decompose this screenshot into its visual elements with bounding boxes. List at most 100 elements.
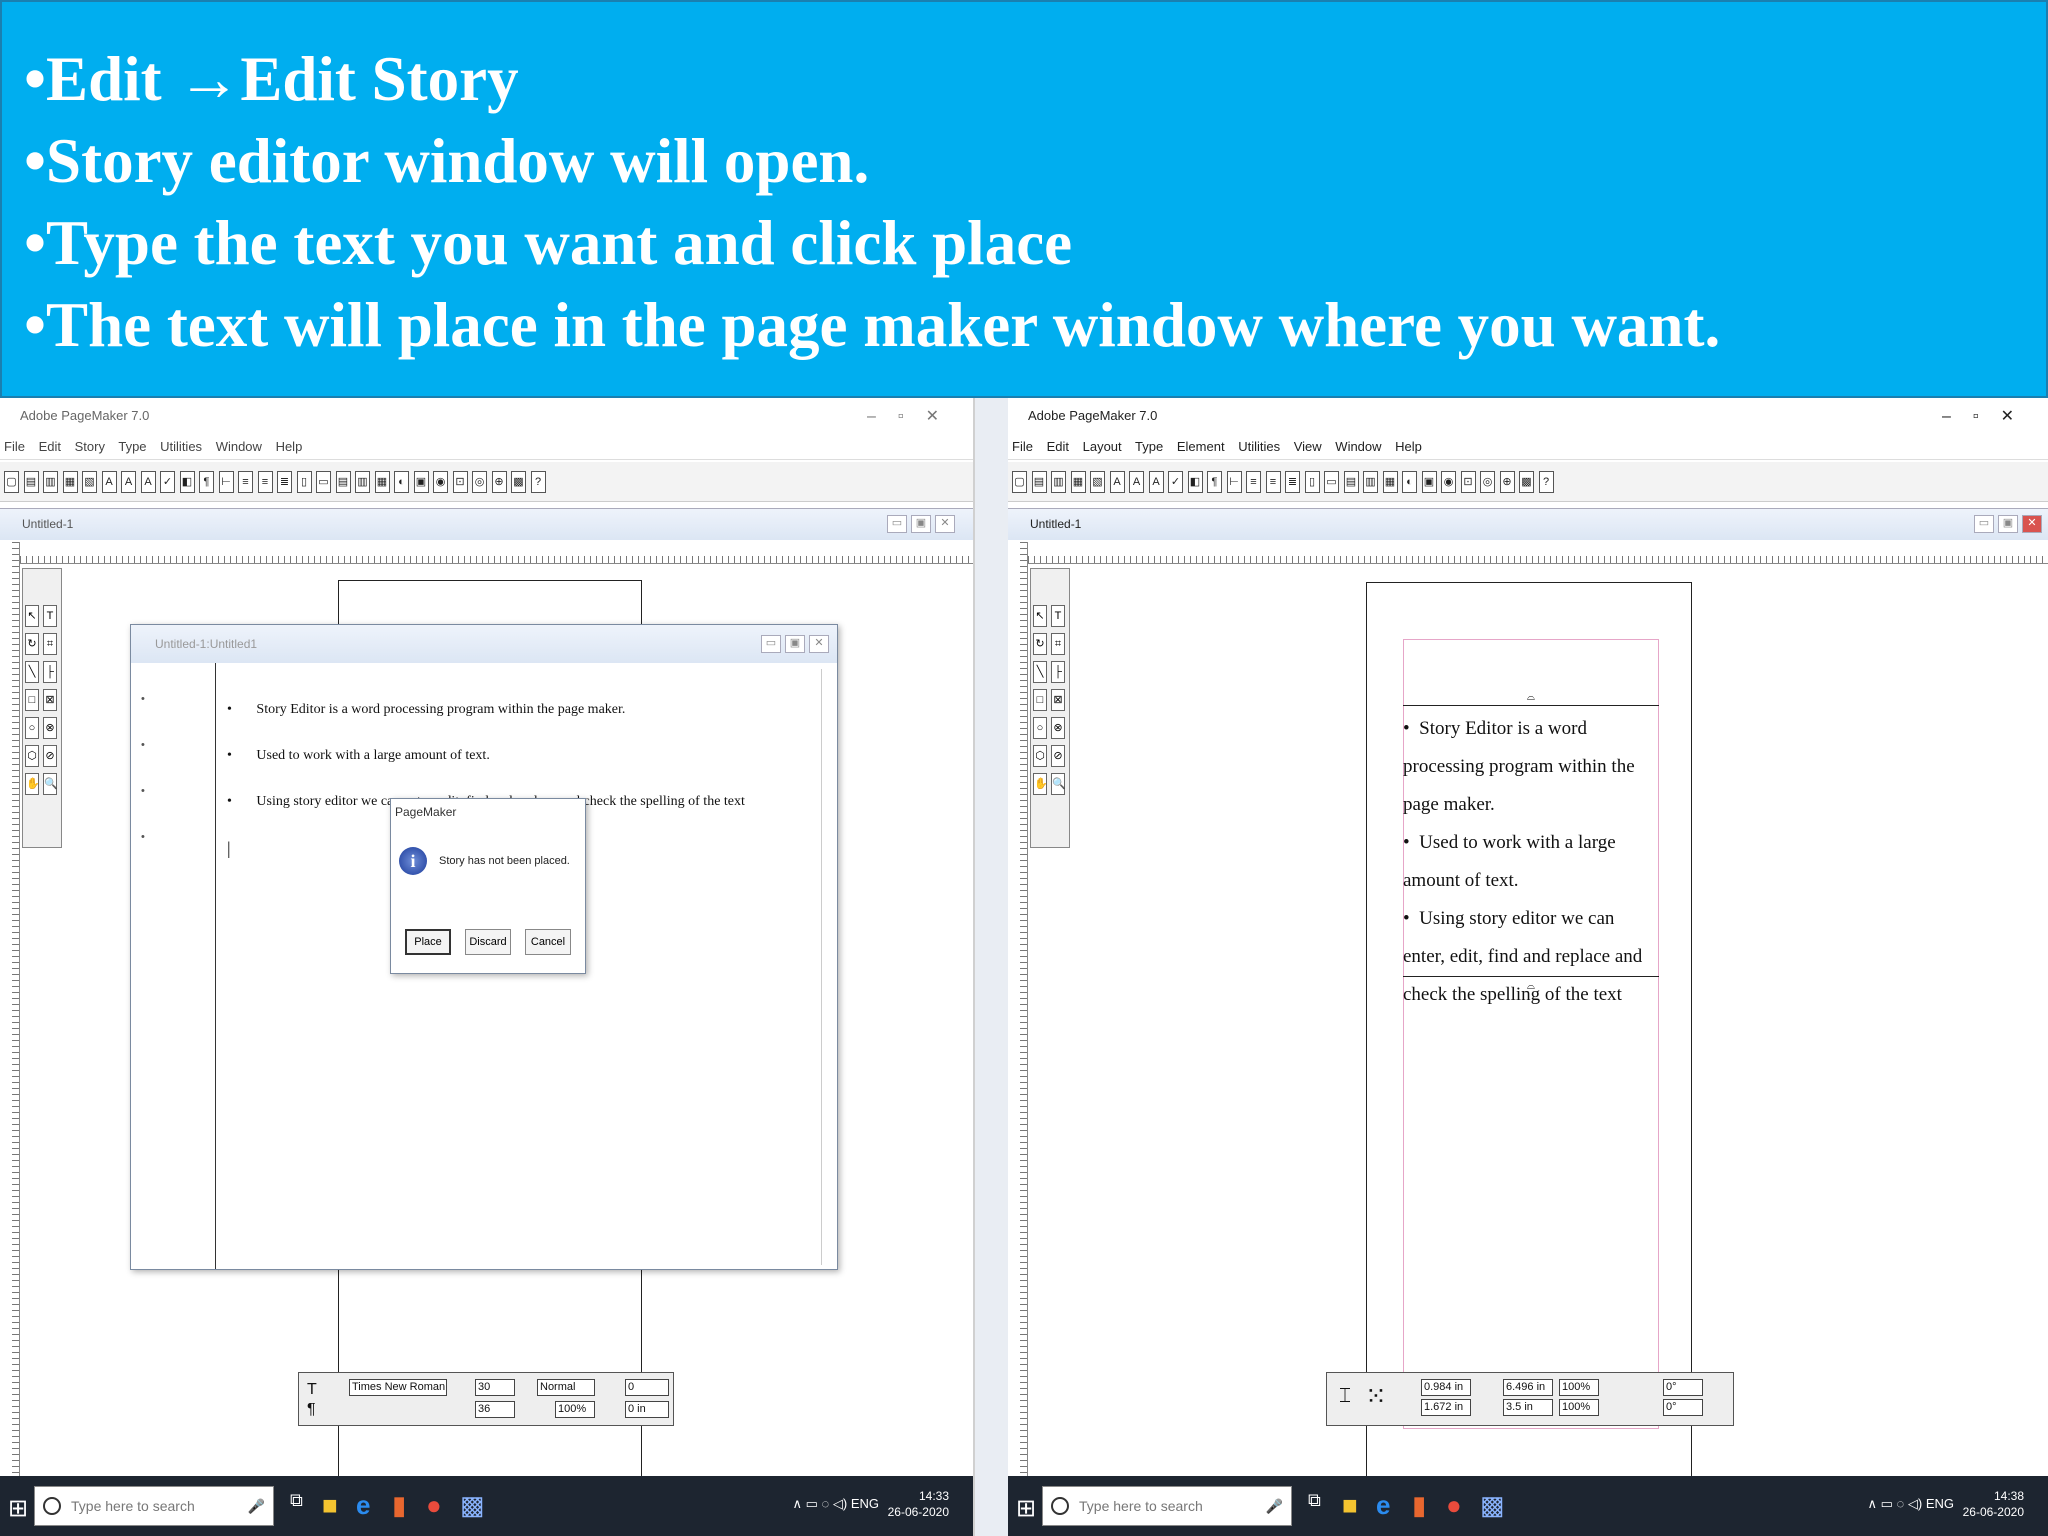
menu-type[interactable]: Type <box>118 439 146 454</box>
menu-file[interactable]: File <box>1012 439 1033 454</box>
vertical-ruler[interactable] <box>1008 542 1028 1476</box>
toolbar-button-icon[interactable]: ▤ <box>335 471 351 493</box>
text-tool-icon[interactable]: T <box>43 605 57 627</box>
toolbar-button-icon[interactable]: A <box>1109 471 1125 493</box>
menu-file[interactable]: File <box>4 439 25 454</box>
windowshade-bottom-handle[interactable]: ⌓ <box>1527 981 1535 992</box>
menu-element[interactable]: Element <box>1177 439 1225 454</box>
toolbar-button-icon[interactable]: ≣ <box>277 471 292 493</box>
text-block[interactable]: ⌓ ⌓ • Story Editor is a word processing … <box>1403 692 1659 1005</box>
toolbar-button-icon[interactable]: ▩ <box>511 471 526 493</box>
ellipse-tool-icon[interactable]: ○ <box>1033 717 1047 739</box>
toolbar-button-icon[interactable]: ⊢ <box>1226 471 1242 493</box>
toolbar-button-icon[interactable]: A <box>1129 471 1144 493</box>
text-tool-icon[interactable]: T <box>1051 605 1065 627</box>
restore-icon[interactable]: ▣ <box>1998 515 2018 533</box>
toolbar-button-icon[interactable]: ◐ <box>1402 471 1417 493</box>
pagemaker-task-icon[interactable]: ▩ <box>460 1490 485 1521</box>
menu-layout[interactable]: Layout <box>1083 439 1122 454</box>
place-button[interactable]: Place <box>405 929 451 955</box>
toolbar-button-icon[interactable]: ▥ <box>355 471 370 493</box>
menu-utilities[interactable]: Utilities <box>160 439 202 454</box>
window-controls[interactable]: –▫✕ <box>867 406 961 426</box>
ellipse-frame-icon[interactable]: ⊗ <box>43 717 57 739</box>
toolbar-button-icon[interactable]: ¶ <box>199 471 214 493</box>
office-icon[interactable]: ▮ <box>392 1490 406 1521</box>
toolbar-button-icon[interactable]: ≣ <box>1285 471 1300 493</box>
rectangle-tool-icon[interactable]: □ <box>1033 689 1047 711</box>
toolbar-button-icon[interactable]: ▧ <box>1090 471 1105 493</box>
char-mode-icon[interactable]: T <box>307 1381 317 1399</box>
windowshade-top-handle[interactable]: ⌓ <box>1527 692 1535 703</box>
toolbar-button-icon[interactable]: ▥ <box>43 471 58 493</box>
y-field[interactable]: 1.672 in <box>1421 1399 1471 1416</box>
horizontal-ruler[interactable] <box>1028 542 2048 564</box>
hand-tool-icon[interactable]: ✋ <box>25 773 40 795</box>
minimize-icon[interactable]: ▭ <box>1974 515 1994 533</box>
size-field[interactable]: 30 <box>475 1379 515 1396</box>
chrome-icon[interactable]: ● <box>1446 1490 1462 1521</box>
lang-indicator[interactable]: ENG <box>851 1496 879 1511</box>
toolbar-button-icon[interactable]: ? <box>1538 471 1554 493</box>
constrained-line-icon[interactable]: ├ <box>1051 661 1065 683</box>
minimize-icon[interactable]: ▭ <box>887 515 907 533</box>
toolbar-button-icon[interactable]: ▦ <box>374 471 390 493</box>
menu-help[interactable]: Help <box>1395 439 1422 454</box>
task-view-icon[interactable]: ⧉ <box>1308 1490 1321 1511</box>
style-select[interactable]: Normal <box>537 1379 595 1396</box>
rectangle-frame-icon[interactable]: ⊠ <box>43 689 57 711</box>
polygon-frame-icon[interactable]: ⊘ <box>1051 745 1065 767</box>
toolbar-button-icon[interactable]: ≡ <box>257 471 273 493</box>
toolbar-button-icon[interactable]: ▦ <box>1070 471 1086 493</box>
toolbar-button-icon[interactable]: ▢ <box>1012 471 1027 493</box>
leading-field[interactable]: 36 <box>475 1401 515 1418</box>
rotate-tool-icon[interactable]: ↻ <box>25 633 39 655</box>
skew-field[interactable]: 0° <box>1663 1399 1703 1416</box>
hand-tool-icon[interactable]: ✋ <box>1033 773 1048 795</box>
toolbar-button-icon[interactable]: ≡ <box>1246 471 1261 493</box>
discard-button[interactable]: Discard <box>465 929 511 955</box>
toolbar-button-icon[interactable]: ▤ <box>1031 471 1047 493</box>
close-icon[interactable]: ✕ <box>935 515 955 533</box>
track-field[interactable]: 0 in <box>625 1401 669 1418</box>
toolbar-button-icon[interactable]: ⊕ <box>491 471 507 493</box>
edge-icon[interactable]: e <box>356 1490 370 1521</box>
rotate-tool-icon[interactable]: ↻ <box>1033 633 1047 655</box>
toolbar-button-icon[interactable]: ⊢ <box>218 471 234 493</box>
polygon-tool-icon[interactable]: ⬡ <box>25 745 39 767</box>
office-icon[interactable]: ▮ <box>1412 1490 1426 1521</box>
rectangle-frame-icon[interactable]: ⊠ <box>1051 689 1065 711</box>
polygon-tool-icon[interactable]: ⬡ <box>1033 745 1047 767</box>
toolbar-button-icon[interactable]: ◧ <box>1187 471 1203 493</box>
story-close-icon[interactable]: ✕ <box>809 635 829 653</box>
zoom-tool-icon[interactable]: 🔍 <box>1051 773 1066 795</box>
menu-story[interactable]: Story <box>75 439 105 454</box>
proxy-icon[interactable]: ⌶ <box>1339 1385 1351 1408</box>
menu-utilities[interactable]: Utilities <box>1238 439 1280 454</box>
toolbar-button-icon[interactable]: ◉ <box>433 471 448 493</box>
horizontal-ruler[interactable] <box>20 542 973 564</box>
line-tool-icon[interactable]: ╲ <box>1033 661 1047 683</box>
toolbar-button-icon[interactable]: ⊡ <box>1460 471 1476 493</box>
ellipse-frame-icon[interactable]: ⊗ <box>1051 717 1065 739</box>
toolbar-button-icon[interactable]: ◉ <box>1441 471 1456 493</box>
width-field[interactable]: 100% <box>555 1401 595 1418</box>
ellipse-tool-icon[interactable]: ○ <box>25 717 39 739</box>
toolbar-button-icon[interactable]: ¶ <box>1207 471 1222 493</box>
toolbar-button-icon[interactable]: A <box>101 471 117 493</box>
toolbar-button-icon[interactable]: ⊡ <box>452 471 468 493</box>
menu-type[interactable]: Type <box>1135 439 1163 454</box>
pagemaker-task-icon[interactable]: ▩ <box>1480 1490 1505 1521</box>
para-mode-icon[interactable]: ¶ <box>307 1401 316 1419</box>
taskbar-search[interactable]: Type here to search 🎤 <box>1042 1486 1292 1526</box>
rotation-field[interactable]: 0° <box>1663 1379 1703 1396</box>
toolbar-button-icon[interactable]: ▥ <box>1363 471 1378 493</box>
cancel-button[interactable]: Cancel <box>525 929 571 955</box>
toolbar-button-icon[interactable]: ▯ <box>296 471 312 493</box>
toolbar-button-icon[interactable]: ? <box>530 471 546 493</box>
toolbar-button-icon[interactable]: ◐ <box>394 471 409 493</box>
window-controls[interactable]: –▫✕ <box>1942 406 2036 426</box>
toolbar-button-icon[interactable]: ▦ <box>62 471 78 493</box>
edge-icon[interactable]: e <box>1376 1490 1390 1521</box>
pointer-tool-icon[interactable]: ↖ <box>1033 605 1047 627</box>
